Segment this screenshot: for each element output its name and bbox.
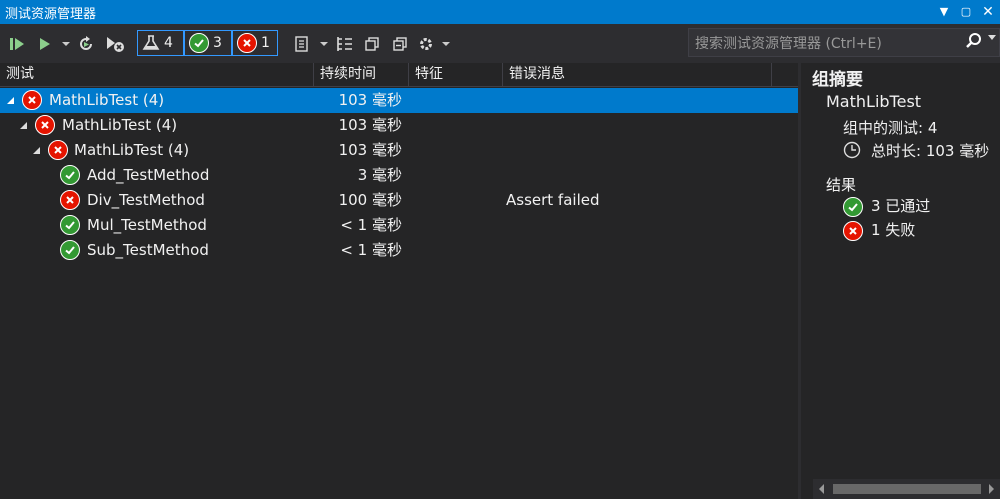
- test-duration: 100 毫秒: [338, 191, 402, 209]
- passed-icon: [60, 240, 80, 260]
- passed-icon: [60, 215, 80, 235]
- test-error-message: Assert failed: [506, 191, 600, 209]
- column-duration[interactable]: 持续时间: [314, 63, 409, 87]
- search-dropdown-icon[interactable]: [988, 35, 996, 40]
- passed-tests-badge[interactable]: 3: [184, 30, 232, 56]
- expanded-arrow-icon[interactable]: [32, 146, 41, 155]
- failed-icon: [843, 221, 863, 241]
- test-name: MathLibTest (4): [62, 116, 178, 134]
- tree-row-test[interactable]: Mul_TestMethod < 1 毫秒: [0, 213, 798, 238]
- tree-row-group[interactable]: MathLibTest (4) 103 毫秒: [0, 138, 798, 163]
- window-titlebar: 测试资源管理器 ▼ ▢ ✕: [0, 0, 1000, 24]
- column-traits[interactable]: 特征: [409, 63, 503, 87]
- failed-count: 1: [261, 35, 270, 51]
- failed-icon: [60, 190, 80, 210]
- playlist-icon[interactable]: [292, 32, 314, 56]
- expanded-arrow-icon[interactable]: [19, 121, 28, 130]
- cancel-run-icon[interactable]: [104, 32, 126, 56]
- refresh-run-icon[interactable]: [76, 32, 96, 56]
- test-duration: 103 毫秒: [338, 141, 402, 159]
- failed-summary[interactable]: 1 失败: [871, 219, 915, 240]
- passed-count: 3: [213, 35, 222, 51]
- test-name: Sub_TestMethod: [87, 241, 209, 259]
- failed-icon: [22, 90, 42, 110]
- passed-icon: [843, 197, 863, 217]
- passed-summary[interactable]: 3 已通过: [871, 195, 930, 216]
- column-test[interactable]: 测试: [0, 63, 314, 87]
- run-icon[interactable]: [36, 32, 54, 56]
- flask-icon: [142, 35, 160, 50]
- test-name: MathLibTest (4): [74, 141, 190, 159]
- failed-tests-badge[interactable]: 1: [232, 30, 278, 56]
- test-duration: < 1 毫秒: [340, 216, 402, 234]
- scroll-left-icon[interactable]: [819, 484, 824, 494]
- tree-row-group[interactable]: MathLibTest (4) 103 毫秒: [0, 88, 798, 113]
- dropdown-icon[interactable]: ▼: [936, 3, 952, 21]
- results-heading: 结果: [826, 176, 857, 194]
- failed-icon: [237, 33, 257, 53]
- failed-icon: [35, 115, 55, 135]
- collapse-all-icon[interactable]: [390, 32, 410, 56]
- search-placeholder: 搜索测试资源管理器 (Ctrl+E): [695, 35, 882, 52]
- total-count: 4: [164, 35, 173, 51]
- search-icon[interactable]: [965, 32, 983, 54]
- passed-icon: [189, 33, 209, 53]
- run-dropdown-icon[interactable]: [60, 32, 72, 56]
- total-tests-badge[interactable]: 4: [137, 30, 184, 56]
- run-all-icon[interactable]: [8, 32, 28, 56]
- column-header: 测试 持续时间 特征 错误消息: [0, 63, 798, 87]
- playlist-dropdown-icon[interactable]: [318, 32, 330, 56]
- scroll-right-icon[interactable]: [989, 484, 994, 494]
- clock-icon: [843, 141, 861, 163]
- summary-heading: 组摘要: [812, 70, 863, 90]
- tree-row-test[interactable]: Div_TestMethod 100 毫秒 Assert failed: [0, 188, 798, 213]
- scroll-thumb[interactable]: [833, 484, 981, 494]
- test-duration: 103 毫秒: [338, 116, 402, 134]
- test-duration: 103 毫秒: [338, 91, 402, 109]
- test-name: Add_TestMethod: [87, 166, 210, 184]
- maximize-icon[interactable]: ▢: [958, 3, 974, 21]
- horizontal-scrollbar[interactable]: [813, 479, 1000, 499]
- column-error[interactable]: 错误消息: [503, 63, 772, 87]
- tree-row-test[interactable]: Sub_TestMethod < 1 毫秒: [0, 238, 798, 263]
- window-title: 测试资源管理器: [5, 6, 97, 22]
- group-by-icon[interactable]: [334, 32, 356, 56]
- tests-in-group: 组中的测试: 4: [843, 119, 938, 137]
- settings-icon[interactable]: [416, 32, 436, 56]
- test-list-pane: 测试 持续时间 特征 错误消息 MathLibTest (4) 103 毫秒 M…: [0, 63, 798, 499]
- test-name: Mul_TestMethod: [87, 216, 207, 234]
- search-box[interactable]: 搜索测试资源管理器 (Ctrl+E): [688, 28, 1000, 57]
- test-name: MathLibTest (4): [49, 91, 165, 109]
- test-duration: < 1 毫秒: [340, 241, 402, 259]
- passed-icon: [60, 165, 80, 185]
- close-icon[interactable]: ✕: [980, 3, 996, 21]
- expand-all-icon[interactable]: [362, 32, 382, 56]
- total-duration: 总时长: 103 毫秒: [871, 142, 990, 160]
- settings-dropdown-icon[interactable]: [440, 32, 452, 56]
- summary-pane: 组摘要 MathLibTest 组中的测试: 4 总时长: 103 毫秒 结果 …: [801, 63, 1000, 499]
- group-name: MathLibTest: [826, 92, 922, 111]
- expanded-arrow-icon[interactable]: [6, 96, 15, 105]
- test-duration: 3 毫秒: [357, 166, 402, 184]
- failed-icon: [48, 140, 68, 160]
- tree-row-group[interactable]: MathLibTest (4) 103 毫秒: [0, 113, 798, 138]
- tree-row-test[interactable]: Add_TestMethod 3 毫秒: [0, 163, 798, 188]
- test-name: Div_TestMethod: [87, 191, 205, 209]
